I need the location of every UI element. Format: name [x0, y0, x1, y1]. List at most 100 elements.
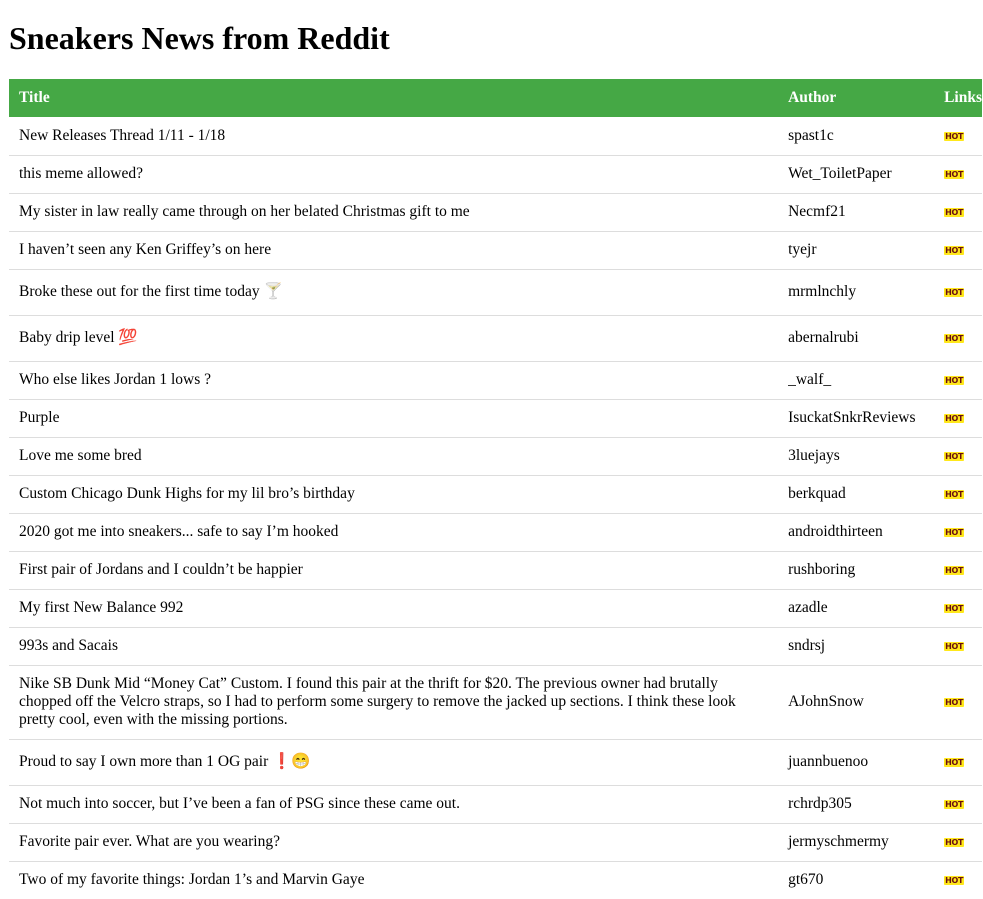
table-row: Baby drip level 💯 abernalrubi HOT — [9, 315, 982, 362]
post-author: abernalrubi — [778, 315, 935, 362]
post-links: HOT — [934, 399, 982, 438]
hot-link-icon[interactable]: HOT — [944, 757, 965, 767]
post-author: IsuckatSnkrReviews — [778, 399, 935, 438]
post-links: HOT — [934, 551, 982, 590]
post-title: this meme allowed? — [9, 155, 779, 194]
post-author: tyejr — [778, 231, 935, 270]
hot-link-icon[interactable]: HOT — [944, 375, 965, 385]
table-row: Love me some bred 3luejays HOT — [9, 437, 982, 476]
post-links: HOT — [934, 437, 982, 476]
table-row: this meme allowed? Wet_ToiletPaper HOT — [9, 155, 982, 194]
post-title: Love me some bred — [9, 437, 779, 476]
post-links: HOT — [934, 823, 982, 862]
post-links: HOT — [934, 785, 982, 824]
post-links: HOT — [934, 739, 982, 786]
post-links: HOT — [934, 513, 982, 552]
post-title: Purple — [9, 399, 779, 438]
post-links: HOT — [934, 475, 982, 514]
table-row: 2020 got me into sneakers... safe to say… — [9, 513, 982, 552]
post-title: Nike SB Dunk Mid “Money Cat” Custom. I f… — [9, 665, 779, 740]
post-author: AJohnSnow — [778, 665, 935, 740]
table-row: My sister in law really came through on … — [9, 193, 982, 232]
post-author: androidthirteen — [778, 513, 935, 552]
table-row: Purple IsuckatSnkrReviews HOT — [9, 399, 982, 438]
hot-link-icon[interactable]: HOT — [944, 697, 965, 707]
table-row: Proud to say I own more than 1 OG pair ❗… — [9, 739, 982, 786]
post-author: juannbuenoo — [778, 739, 935, 786]
posts-table: Title Author Links New Releases Thread 1… — [9, 79, 982, 899]
post-title: My first New Balance 992 — [9, 589, 779, 628]
hot-link-icon[interactable]: HOT — [944, 799, 965, 809]
post-title: Two of my favorite things: Jordan 1’s an… — [9, 861, 779, 899]
table-row: Not much into soccer, but I’ve been a fa… — [9, 785, 982, 824]
post-links: HOT — [934, 665, 982, 740]
page-title: Sneakers News from Reddit — [9, 20, 390, 56]
table-row: Nike SB Dunk Mid “Money Cat” Custom. I f… — [9, 665, 982, 740]
post-author: _walf_ — [778, 361, 935, 400]
column-header-links: Links — [944, 89, 982, 106]
hot-link-icon[interactable]: HOT — [944, 169, 965, 179]
post-title: Custom Chicago Dunk Highs for my lil bro… — [9, 475, 779, 514]
post-links: HOT — [934, 627, 982, 666]
hot-link-icon[interactable]: HOT — [944, 333, 965, 343]
hot-link-icon[interactable]: HOT — [944, 641, 965, 651]
post-title: Proud to say I own more than 1 OG pair ❗… — [9, 739, 779, 786]
hot-link-icon[interactable]: HOT — [944, 245, 965, 255]
post-author: Necmf21 — [778, 193, 935, 232]
table-row: My first New Balance 992 azadle HOT — [9, 589, 982, 628]
post-title: Not much into soccer, but I’ve been a fa… — [9, 785, 779, 824]
post-links: HOT — [934, 193, 982, 232]
post-author: rchrdp305 — [778, 785, 935, 824]
post-links: HOT — [934, 861, 982, 899]
hot-link-icon[interactable]: HOT — [944, 207, 965, 217]
post-author: rushboring — [778, 551, 935, 590]
page: Sneakers News from Reddit Title Author L… — [0, 0, 983, 899]
post-links: HOT — [934, 231, 982, 270]
post-title: Favorite pair ever. What are you wearing… — [9, 823, 779, 862]
post-title: Baby drip level 💯 — [9, 315, 779, 362]
post-title: Broke these out for the first time today… — [9, 269, 779, 316]
post-links: HOT — [934, 269, 982, 316]
table-row: Who else likes Jordan 1 lows ? _walf_ HO… — [9, 361, 982, 400]
hot-link-icon[interactable]: HOT — [944, 565, 965, 575]
post-author: mrmlnchly — [778, 269, 935, 316]
table-row: First pair of Jordans and I couldn’t be … — [9, 551, 982, 590]
table-row: 993s and Sacais sndrsj HOT — [9, 627, 982, 666]
post-author: berkquad — [778, 475, 935, 514]
post-links: HOT — [934, 117, 982, 156]
post-title: 2020 got me into sneakers... safe to say… — [9, 513, 779, 552]
table-body: New Releases Thread 1/11 - 1/18 spast1c … — [9, 117, 982, 899]
post-author: 3luejays — [778, 437, 935, 476]
post-title: Who else likes Jordan 1 lows ? — [9, 361, 779, 400]
hot-link-icon[interactable]: HOT — [944, 603, 965, 613]
hot-link-icon[interactable]: HOT — [944, 451, 965, 461]
hot-link-icon[interactable]: HOT — [944, 489, 965, 499]
hot-link-icon[interactable]: HOT — [944, 875, 965, 885]
table-row: Custom Chicago Dunk Highs for my lil bro… — [9, 475, 982, 514]
post-title: My sister in law really came through on … — [9, 193, 779, 232]
hot-link-icon[interactable]: HOT — [944, 287, 965, 297]
post-title: First pair of Jordans and I couldn’t be … — [9, 551, 779, 590]
post-links: HOT — [934, 589, 982, 628]
hot-link-icon[interactable]: HOT — [944, 527, 965, 537]
post-title: 993s and Sacais — [9, 627, 779, 666]
column-header-author: Author — [788, 89, 837, 106]
table-row: I haven’t seen any Ken Griffey’s on here… — [9, 231, 982, 270]
post-author: Wet_ToiletPaper — [778, 155, 935, 194]
table-row: Broke these out for the first time today… — [9, 269, 982, 316]
table-row: New Releases Thread 1/11 - 1/18 spast1c … — [9, 117, 982, 156]
post-title: New Releases Thread 1/11 - 1/18 — [9, 117, 779, 156]
hot-link-icon[interactable]: HOT — [944, 413, 965, 423]
hot-link-icon[interactable]: HOT — [944, 131, 965, 141]
post-title: I haven’t seen any Ken Griffey’s on here — [9, 231, 779, 270]
post-author: spast1c — [778, 117, 935, 156]
post-links: HOT — [934, 155, 982, 194]
hot-link-icon[interactable]: HOT — [944, 837, 965, 847]
post-author: jermyschmermy — [778, 823, 935, 862]
table-row: Favorite pair ever. What are you wearing… — [9, 823, 982, 862]
post-author: gt670 — [778, 861, 935, 899]
post-author: azadle — [778, 589, 935, 628]
post-author: sndrsj — [778, 627, 935, 666]
column-header-title: Title — [19, 89, 50, 106]
post-links: HOT — [934, 315, 982, 362]
